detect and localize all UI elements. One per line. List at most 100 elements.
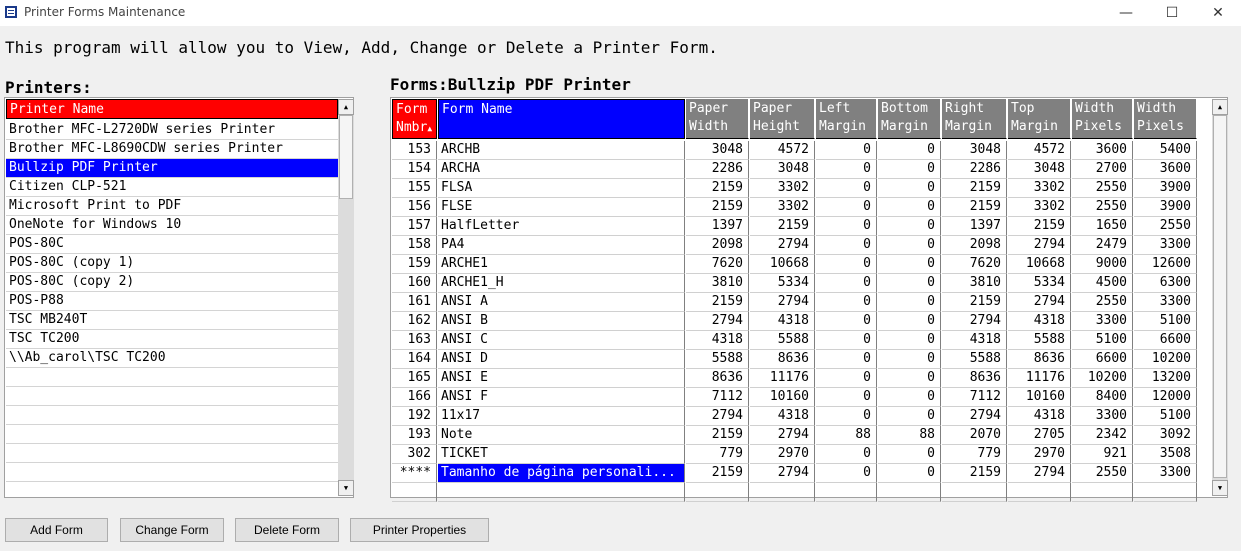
table-cell-right-margin[interactable]: 2070 xyxy=(942,426,1007,445)
table-cell-top-margin[interactable]: 3302 xyxy=(1008,179,1071,198)
printer-list-item[interactable]: POS-P88 xyxy=(6,292,339,311)
table-cell-form-nmbr[interactable]: 166 xyxy=(392,388,437,407)
table-cell-bottom-margin[interactable]: 0 xyxy=(878,369,941,388)
table-cell-form-name[interactable]: Tamanho de página personali... xyxy=(438,464,685,483)
table-cell-width-pixels[interactable]: 3092 xyxy=(1134,426,1197,445)
table-cell-left-margin[interactable]: 0 xyxy=(816,331,877,350)
table-cell-top-margin[interactable]: 2159 xyxy=(1008,217,1071,236)
table-cell-bottom-margin[interactable]: 0 xyxy=(878,445,941,464)
table-cell-left-margin[interactable]: 0 xyxy=(816,407,877,426)
table-cell-paper-height[interactable]: 4318 xyxy=(750,407,815,426)
add-form-button[interactable]: Add Form xyxy=(5,518,108,542)
printer-list-item[interactable]: POS-80C (copy 1) xyxy=(6,254,339,273)
column-header-paper-height[interactable]: Paper Height xyxy=(750,99,815,139)
table-cell-width-pixels[interactable]: 6600 xyxy=(1072,350,1133,369)
table-cell-form-name[interactable]: Note xyxy=(438,426,685,445)
table-cell-top-margin[interactable]: 2705 xyxy=(1008,426,1071,445)
table-cell-form-name[interactable]: ANSI D xyxy=(438,350,685,369)
table-cell-width-pixels[interactable]: 8400 xyxy=(1072,388,1133,407)
scroll-up-icon[interactable]: ▲ xyxy=(1212,99,1228,115)
column-header-left-margin[interactable]: Left Margin xyxy=(816,99,877,139)
printer-list-item[interactable]: Brother MFC-L8690CDW series Printer xyxy=(6,140,339,159)
table-cell-right-margin[interactable]: 5588 xyxy=(942,350,1007,369)
printer-list-item[interactable]: Citizen CLP-521 xyxy=(6,178,339,197)
forms-grid[interactable]: Form Nmbr▲ Form Name Paper Width Paper Height L… xyxy=(390,97,1228,502)
table-cell-paper-height[interactable]: 4318 xyxy=(750,312,815,331)
table-cell-left-margin[interactable]: 0 xyxy=(816,274,877,293)
maximize-button[interactable]: ☐ xyxy=(1149,0,1195,26)
table-cell-width-pixels[interactable]: 2550 xyxy=(1072,198,1133,217)
table-cell-width-pixels[interactable]: 5100 xyxy=(1134,407,1197,426)
table-cell-paper-width[interactable]: 2159 xyxy=(686,198,749,217)
table-cell-form-name[interactable]: ARCHE1_H xyxy=(438,274,685,293)
table-cell-left-margin[interactable]: 0 xyxy=(816,236,877,255)
table-cell-left-margin[interactable]: 88 xyxy=(816,426,877,445)
table-cell-top-margin[interactable]: 4318 xyxy=(1008,312,1071,331)
table-cell-paper-width[interactable]: 2159 xyxy=(686,464,749,483)
change-form-button[interactable]: Change Form xyxy=(120,518,224,542)
table-cell-bottom-margin[interactable]: 0 xyxy=(878,236,941,255)
table-cell-bottom-margin[interactable]: 0 xyxy=(878,464,941,483)
table-cell-width-pixels[interactable]: 2550 xyxy=(1134,217,1197,236)
table-cell-form-nmbr[interactable]: 164 xyxy=(392,350,437,369)
table-cell-paper-height[interactable]: 2794 xyxy=(750,464,815,483)
table-cell-paper-width[interactable]: 2286 xyxy=(686,160,749,179)
table-cell-paper-width[interactable]: 8636 xyxy=(686,369,749,388)
table-cell-right-margin[interactable]: 2159 xyxy=(942,198,1007,217)
table-cell-paper-width[interactable]: 5588 xyxy=(686,350,749,369)
column-header-form-name[interactable]: Form Name xyxy=(438,99,685,139)
minimize-button[interactable]: — xyxy=(1103,0,1149,26)
table-cell-paper-height[interactable]: 2794 xyxy=(750,426,815,445)
table-cell-form-name[interactable]: ANSI E xyxy=(438,369,685,388)
close-button[interactable]: ✕ xyxy=(1195,0,1241,26)
table-cell-width-pixels[interactable]: 3600 xyxy=(1072,141,1133,160)
table-cell-form-name[interactable]: FLSA xyxy=(438,179,685,198)
table-cell-paper-height[interactable]: 5588 xyxy=(750,331,815,350)
table-cell-bottom-margin[interactable]: 0 xyxy=(878,407,941,426)
table-cell-top-margin[interactable]: 5588 xyxy=(1008,331,1071,350)
printer-list-item[interactable]: TSC TC200 xyxy=(6,330,339,349)
table-cell-bottom-margin[interactable]: 0 xyxy=(878,217,941,236)
table-cell-left-margin[interactable]: 0 xyxy=(816,388,877,407)
table-cell-right-margin[interactable]: 2159 xyxy=(942,464,1007,483)
table-cell-top-margin[interactable]: 2970 xyxy=(1008,445,1071,464)
table-cell-width-pixels[interactable]: 3600 xyxy=(1134,160,1197,179)
table-cell-width-pixels[interactable]: 3508 xyxy=(1134,445,1197,464)
table-cell-width-pixels[interactable]: 3300 xyxy=(1072,407,1133,426)
table-cell-left-margin[interactable]: 0 xyxy=(816,369,877,388)
table-cell-top-margin[interactable]: 11176 xyxy=(1008,369,1071,388)
table-cell-form-name[interactable]: HalfLetter xyxy=(438,217,685,236)
column-header-width-pixels[interactable]: Width Pixels xyxy=(1134,99,1197,139)
table-cell-form-nmbr[interactable]: **** xyxy=(392,464,437,483)
table-cell-bottom-margin[interactable]: 0 xyxy=(878,198,941,217)
table-cell-left-margin[interactable]: 0 xyxy=(816,293,877,312)
table-cell-top-margin[interactable]: 4572 xyxy=(1008,141,1071,160)
table-cell-form-name[interactable]: ANSI F xyxy=(438,388,685,407)
printer-list-item[interactable]: Bullzip PDF Printer xyxy=(6,159,339,178)
table-cell-form-nmbr[interactable]: 159 xyxy=(392,255,437,274)
forms-scrollbar[interactable]: ▲ ▼ xyxy=(1212,99,1228,496)
table-cell-width-pixels[interactable]: 5100 xyxy=(1134,312,1197,331)
table-cell-bottom-margin[interactable]: 0 xyxy=(878,141,941,160)
column-header-bottom-margin[interactable]: Bottom Margin xyxy=(878,99,941,139)
table-cell-top-margin[interactable]: 3048 xyxy=(1008,160,1071,179)
printer-list-item[interactable]: POS-80C (copy 2) xyxy=(6,273,339,292)
table-cell-paper-height[interactable]: 10160 xyxy=(750,388,815,407)
table-cell-right-margin[interactable]: 7112 xyxy=(942,388,1007,407)
table-cell-left-margin[interactable]: 0 xyxy=(816,160,877,179)
printer-list-item[interactable]: Brother MFC-L2720DW series Printer xyxy=(6,121,339,140)
table-cell-right-margin[interactable]: 1397 xyxy=(942,217,1007,236)
table-cell-paper-height[interactable]: 2159 xyxy=(750,217,815,236)
table-cell-form-nmbr[interactable]: 192 xyxy=(392,407,437,426)
table-cell-right-margin[interactable]: 7620 xyxy=(942,255,1007,274)
table-cell-paper-width[interactable]: 2794 xyxy=(686,312,749,331)
table-cell-width-pixels[interactable]: 921 xyxy=(1072,445,1133,464)
table-cell-width-pixels[interactable]: 10200 xyxy=(1072,369,1133,388)
table-cell-width-pixels[interactable]: 5100 xyxy=(1072,331,1133,350)
table-cell-bottom-margin[interactable]: 0 xyxy=(878,255,941,274)
table-cell-top-margin[interactable]: 10668 xyxy=(1008,255,1071,274)
table-cell-top-margin[interactable]: 4318 xyxy=(1008,407,1071,426)
table-cell-bottom-margin[interactable]: 0 xyxy=(878,312,941,331)
table-cell-left-margin[interactable]: 0 xyxy=(816,198,877,217)
scroll-down-icon[interactable]: ▼ xyxy=(338,480,354,496)
